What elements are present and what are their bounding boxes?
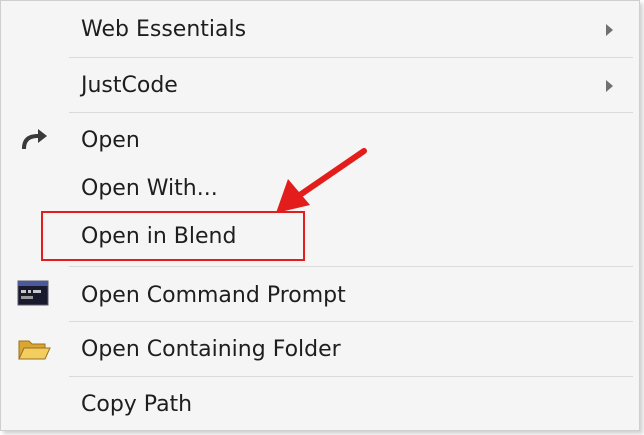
menu-item-label: Open: [81, 128, 140, 153]
menu-item-label: Open With...: [81, 176, 218, 201]
menu-separator: [69, 376, 633, 377]
folder-icon: [17, 337, 51, 367]
menu-item-label: JustCode: [81, 73, 178, 98]
submenu-arrow-icon: [606, 24, 613, 36]
menu-item-label: Copy Path: [81, 392, 193, 417]
annotation-arrow-icon: [266, 141, 376, 225]
submenu-arrow-icon: [606, 80, 613, 92]
menu-item-open-containing-folder[interactable]: Open Containing Folder: [1, 324, 639, 376]
menu-item-web-essentials[interactable]: Web Essentials: [1, 5, 639, 55]
menu-item-open-command-prompt[interactable]: Open Command Prompt: [1, 269, 639, 321]
menu-separator: [69, 112, 633, 113]
menu-separator: [69, 266, 633, 267]
menu-item-label: Open Containing Folder: [81, 337, 341, 362]
context-menu-screenshot: Web Essentials JustCode Open Open With..…: [0, 0, 640, 431]
menu-item-copy-path[interactable]: Copy Path: [1, 379, 639, 429]
menu-separator: [69, 57, 633, 58]
redo-arrow-icon: [17, 125, 49, 157]
menu-item-justcode[interactable]: JustCode: [1, 59, 639, 111]
menu-separator: [69, 321, 633, 322]
menu-item-label: Web Essentials: [81, 17, 247, 42]
menu-item-label: Open Command Prompt: [81, 283, 346, 308]
command-prompt-icon: [17, 280, 49, 310]
